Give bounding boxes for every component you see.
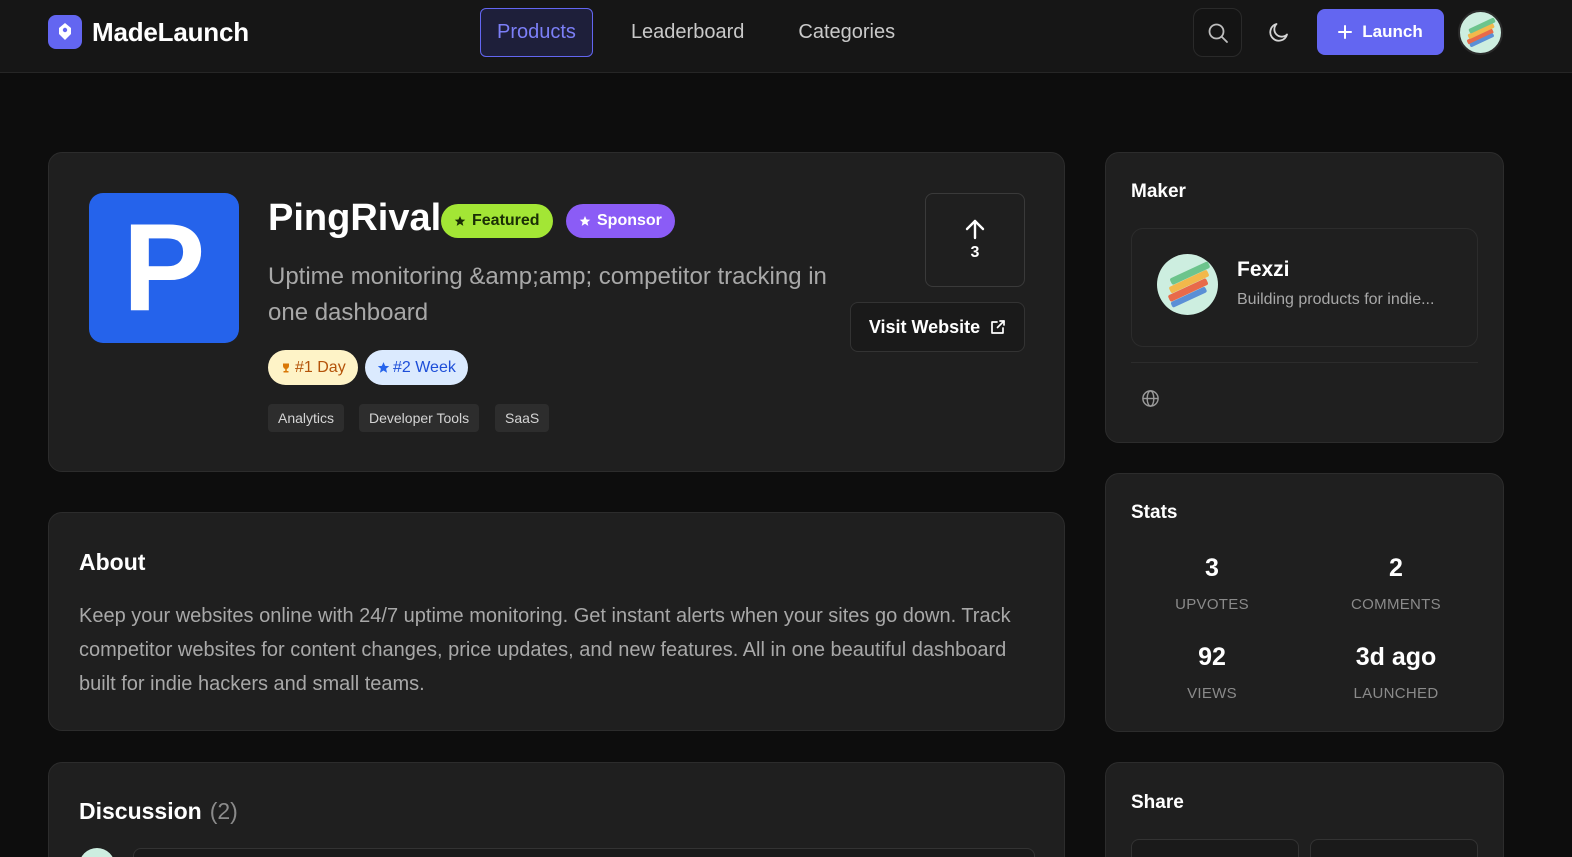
tag-developer-tools[interactable]: Developer Tools bbox=[359, 404, 480, 432]
nav-products[interactable]: Products bbox=[480, 8, 593, 57]
launch-label: Launch bbox=[1362, 22, 1423, 41]
rank-week-badge: #2 Week bbox=[365, 350, 468, 385]
maker-card: Maker Fexzi Building products for indie.… bbox=[1105, 152, 1504, 443]
rank-day-badge: #1 Day bbox=[268, 350, 358, 385]
stat-views: 92 VIEWS bbox=[1127, 643, 1297, 702]
stat-upvotes: 3 UPVOTES bbox=[1127, 554, 1297, 613]
tag-saas[interactable]: SaaS bbox=[495, 404, 550, 432]
trophy-icon bbox=[283, 363, 289, 372]
main-nav: Products Leaderboard Categories bbox=[480, 8, 933, 57]
stat-comments: 2 COMMENTS bbox=[1311, 554, 1481, 613]
about-text: Keep your websites online with 24/7 upti… bbox=[79, 605, 1011, 695]
maker-profile-link[interactable]: Fexzi Building products for indie... bbox=[1131, 228, 1478, 347]
sponsor-badge: Sponsor bbox=[566, 204, 675, 238]
launch-button[interactable]: Launch bbox=[1317, 9, 1444, 55]
stat-value: 3d ago bbox=[1355, 643, 1437, 671]
upvote-button[interactable]: 3 bbox=[925, 193, 1025, 287]
product-header-card: P PingRival Featured Sponsor Uptime moni… bbox=[48, 152, 1065, 472]
search-button[interactable] bbox=[1193, 8, 1242, 57]
product-title: PingRival bbox=[268, 197, 442, 239]
stats-title: Stats bbox=[1131, 502, 1178, 523]
discussion-card: Discussion (2) bbox=[48, 762, 1065, 857]
moon-icon bbox=[1269, 23, 1288, 42]
rank-week-label: #2 Week bbox=[393, 358, 456, 376]
visit-website-button[interactable]: Visit Website bbox=[850, 302, 1025, 352]
brand-name: MadeLaunch bbox=[92, 16, 249, 47]
search-icon bbox=[1208, 23, 1228, 43]
comment-input[interactable] bbox=[133, 848, 1035, 857]
nav-categories[interactable]: Categories bbox=[782, 8, 911, 57]
nav-leaderboard[interactable]: Leaderboard bbox=[615, 8, 760, 57]
comment-avatar bbox=[79, 848, 115, 857]
theme-toggle-button[interactable] bbox=[1257, 10, 1301, 54]
stats-card: Stats 3 UPVOTES 2 COMMENTS 92 VIEWS 3d a… bbox=[1105, 473, 1504, 732]
divider bbox=[1131, 362, 1478, 363]
stat-label: VIEWS bbox=[1187, 685, 1237, 702]
external-link-icon bbox=[991, 320, 1006, 334]
stat-value: 3 bbox=[1205, 554, 1219, 582]
stat-label: UPVOTES bbox=[1175, 596, 1249, 613]
about-title: About bbox=[79, 549, 146, 575]
product-logo: P bbox=[89, 193, 239, 343]
product-tagline: Uptime monitoring &amp;amp; competitor t… bbox=[268, 263, 827, 326]
star-icon bbox=[579, 216, 591, 226]
top-navbar: MadeLaunch Products Leaderboard Categori… bbox=[0, 0, 1572, 73]
stat-value: 92 bbox=[1198, 643, 1226, 671]
star-icon bbox=[454, 216, 466, 226]
stat-label: LAUNCHED bbox=[1353, 685, 1439, 702]
share-title: Share bbox=[1131, 792, 1184, 813]
maker-name: Fexzi bbox=[1237, 258, 1290, 281]
discussion-count: (2) bbox=[209, 798, 238, 824]
share-button-1[interactable] bbox=[1131, 839, 1299, 857]
stat-label: COMMENTS bbox=[1351, 596, 1441, 613]
rank-day-label: #1 Day bbox=[295, 358, 346, 376]
globe-icon bbox=[1142, 390, 1159, 407]
share-card: Share bbox=[1105, 762, 1504, 857]
user-avatar[interactable] bbox=[1458, 10, 1503, 55]
brand-link[interactable]: MadeLaunch bbox=[48, 15, 249, 49]
rocket-logo-icon bbox=[48, 15, 82, 49]
stat-value: 2 bbox=[1389, 554, 1403, 582]
maker-avatar bbox=[1157, 254, 1218, 315]
arrow-up-icon bbox=[965, 219, 985, 240]
maker-bio: Building products for indie... bbox=[1237, 291, 1435, 308]
discussion-title: Discussion bbox=[79, 798, 202, 824]
featured-label: Featured bbox=[472, 212, 540, 229]
tag-analytics[interactable]: Analytics bbox=[268, 404, 345, 432]
upvote-count: 3 bbox=[970, 244, 980, 261]
maker-website-link[interactable] bbox=[1141, 389, 1160, 413]
sponsor-label: Sponsor bbox=[597, 212, 662, 229]
discussion-heading: Discussion (2) bbox=[79, 798, 238, 825]
share-button-2[interactable] bbox=[1310, 839, 1478, 857]
featured-badge: Featured bbox=[441, 204, 553, 238]
about-card: About Keep your websites online with 24/… bbox=[48, 512, 1065, 731]
stat-launched: 3d ago LAUNCHED bbox=[1311, 643, 1481, 702]
star-icon bbox=[377, 362, 390, 373]
maker-title: Maker bbox=[1131, 181, 1186, 202]
plus-icon bbox=[1338, 25, 1353, 39]
visit-website-label: Visit Website bbox=[868, 316, 981, 337]
